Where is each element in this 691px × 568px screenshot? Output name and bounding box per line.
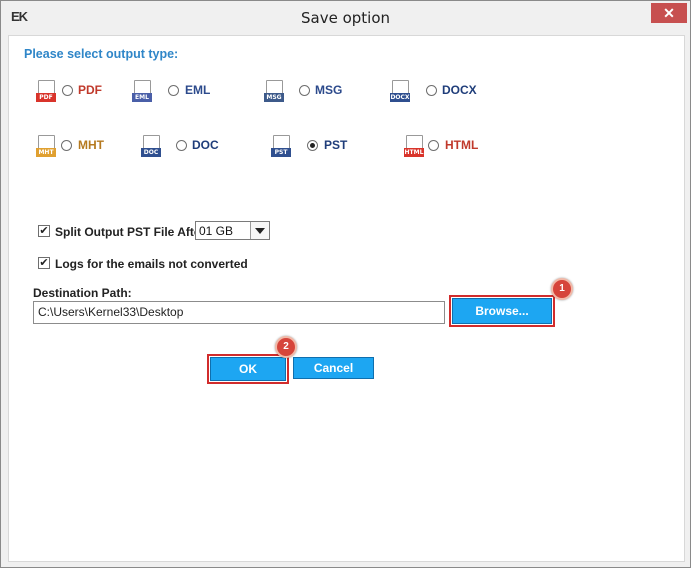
destination-path-input[interactable]: C:\Users\Kernel33\Desktop: [33, 301, 445, 324]
format-option-mht[interactable]: MHT MHT: [36, 135, 126, 161]
format-option-pst[interactable]: PST PST: [271, 135, 361, 161]
pst-label: PST: [324, 138, 348, 152]
save-option-dialog: EK Save option ✕ Please select output ty…: [0, 0, 691, 568]
eml-radio[interactable]: [168, 85, 179, 96]
format-option-docx[interactable]: DOCX DOCX: [390, 80, 490, 106]
eml-label: EML: [185, 83, 211, 97]
output-type-heading: Please select output type:: [24, 47, 179, 61]
split-output-checkbox[interactable]: ✔: [38, 225, 50, 237]
ok-button[interactable]: OK: [210, 357, 286, 381]
pdf-file-icon: PDF: [36, 80, 56, 104]
mht-label: MHT: [78, 138, 104, 152]
pst-file-icon: PST: [271, 135, 291, 159]
window-title: Save option: [300, 9, 391, 27]
html-radio[interactable]: [428, 140, 439, 151]
docx-file-icon: DOCX: [390, 80, 410, 104]
destination-path-label: Destination Path:: [33, 286, 132, 300]
format-option-html[interactable]: HTML HTML: [404, 135, 494, 161]
msg-file-icon: MSG: [264, 80, 284, 104]
pdf-radio[interactable]: [62, 85, 73, 96]
chevron-down-icon[interactable]: [250, 222, 269, 239]
split-size-value: 01 GB: [199, 224, 234, 238]
format-option-eml[interactable]: EML EML: [132, 80, 222, 106]
docx-radio[interactable]: [426, 85, 437, 96]
dialog-body: Please select output type: PDF PDF EML E…: [8, 35, 685, 562]
logs-checkbox[interactable]: ✔: [38, 257, 50, 269]
pdf-label: PDF: [78, 83, 102, 97]
html-file-icon: HTML: [404, 135, 424, 159]
msg-label: MSG: [315, 83, 343, 97]
doc-label: DOC: [192, 138, 219, 152]
html-label: HTML: [445, 138, 479, 152]
step-badge-2: 2: [275, 336, 297, 358]
logs-label: Logs for the emails not converted: [55, 257, 248, 271]
title-bar: EK Save option ✕: [1, 1, 690, 35]
step-badge-1: 1: [551, 278, 573, 300]
mht-file-icon: MHT: [36, 135, 56, 159]
eml-file-icon: EML: [132, 80, 152, 104]
doc-radio[interactable]: [176, 140, 187, 151]
split-size-dropdown[interactable]: 01 GB: [195, 221, 270, 240]
mht-radio[interactable]: [61, 140, 72, 151]
msg-radio[interactable]: [299, 85, 310, 96]
cancel-button[interactable]: Cancel: [293, 357, 374, 379]
close-button[interactable]: ✕: [651, 3, 687, 23]
pst-radio[interactable]: [307, 140, 318, 151]
doc-file-icon: DOC: [141, 135, 161, 159]
format-option-msg[interactable]: MSG MSG: [264, 80, 354, 106]
format-option-doc[interactable]: DOC DOC: [141, 135, 231, 161]
docx-label: DOCX: [442, 83, 477, 97]
browse-button[interactable]: Browse...: [452, 298, 552, 324]
format-option-pdf[interactable]: PDF PDF: [36, 80, 126, 106]
split-output-label: Split Output PST File After: [55, 225, 206, 239]
